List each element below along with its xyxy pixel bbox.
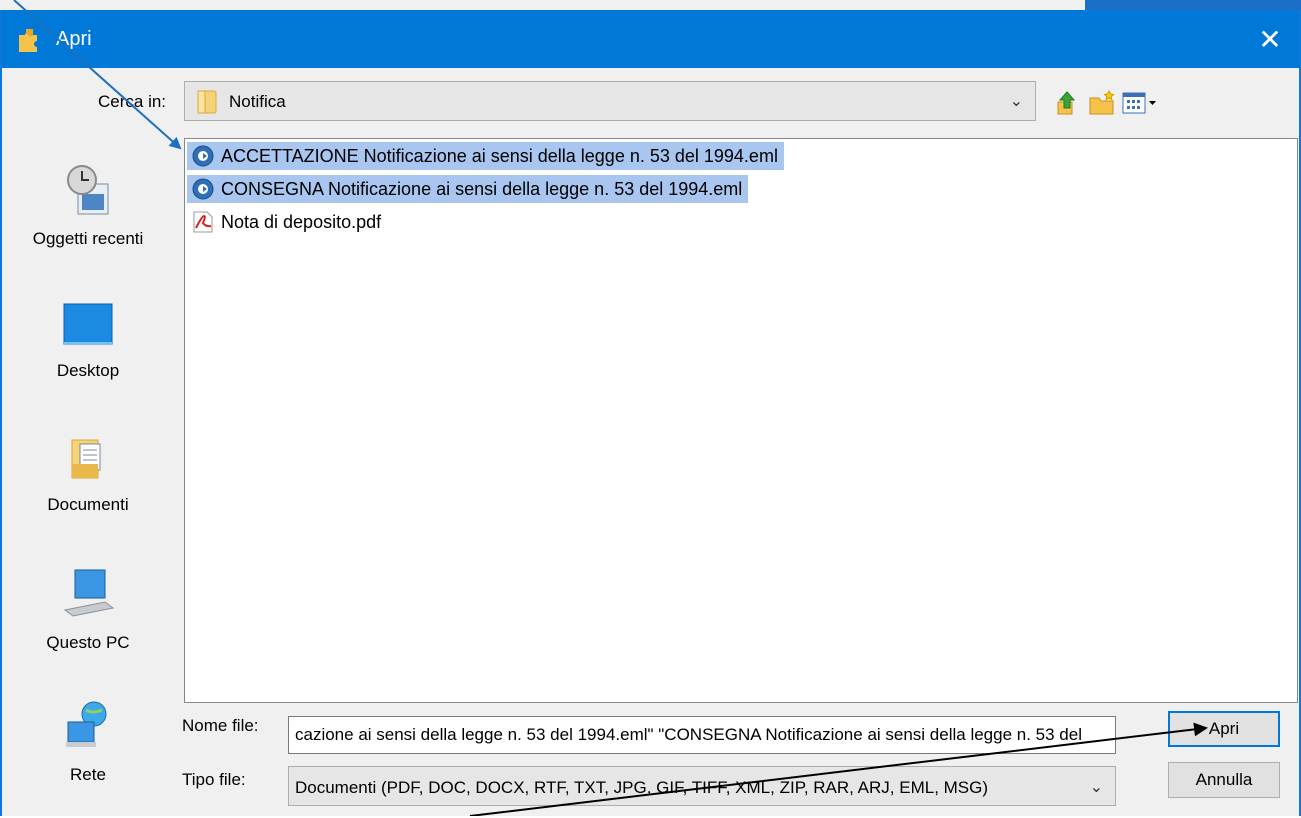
background-window-strip (0, 0, 1301, 10)
network-icon (66, 701, 107, 747)
place-label: Rete (70, 765, 106, 784)
place-label: Desktop (56, 361, 120, 380)
puzzle-app-icon (19, 29, 37, 52)
documents-icon (71, 439, 101, 479)
places-bar: Oggetti recenti Desktop Documenti Questo… (2, 138, 174, 818)
eml-icon (192, 145, 214, 167)
file-name-input[interactable] (288, 716, 1116, 754)
background-window-fragment (1085, 0, 1301, 10)
place-recent-items[interactable]: Oggetti recenti (2, 164, 174, 249)
folder-icon (197, 90, 217, 114)
close-button[interactable]: ✕ (1241, 10, 1299, 68)
window-title: Apri (56, 28, 92, 50)
file-name: Nota di deposito.pdf (221, 211, 382, 232)
file-row-consegna[interactable]: CONSEGNA Notificazione ai sensi della le… (187, 175, 749, 203)
view-menu-icon[interactable] (1122, 90, 1160, 116)
look-in-value: Notifica (229, 92, 286, 111)
up-folder-icon[interactable] (1054, 90, 1080, 116)
desktop-icon (63, 303, 113, 345)
file-type-label: Tipo file: (182, 770, 246, 789)
pdf-icon (193, 211, 213, 233)
file-name-label: Nome file: (182, 716, 259, 735)
file-type-value: Documenti (PDF, DOC, DOCX, RTF, TXT, JPG… (295, 778, 989, 797)
file-list[interactable]: ACCETTAZIONE Notificazione ai sensi dell… (184, 138, 1298, 703)
look-in-dropdown[interactable]: Notifica ⌄ (184, 81, 1036, 121)
chevron-down-icon[interactable]: ⌄ (1010, 91, 1023, 111)
place-this-pc[interactable]: Questo PC (2, 566, 174, 653)
open-file-dialog: Apri ✕ Cerca in: Notifica ⌄ Oggetti rece… (0, 10, 1301, 816)
place-label: Questo PC (46, 633, 130, 652)
place-label: Documenti (47, 495, 129, 514)
open-button[interactable]: Apri (1168, 711, 1280, 747)
eml-icon (192, 178, 214, 200)
new-folder-icon[interactable] (1088, 90, 1116, 116)
place-desktop[interactable]: Desktop (2, 300, 174, 381)
file-name: CONSEGNA Notificazione ai sensi della le… (221, 178, 743, 199)
file-type-dropdown[interactable]: Documenti (PDF, DOC, DOCX, RTF, TXT, JPG… (288, 766, 1116, 806)
place-documents[interactable]: Documenti (2, 434, 174, 515)
place-label: Oggetti recenti (32, 229, 144, 248)
computer-icon (63, 569, 115, 617)
recent-items-icon (67, 165, 109, 215)
place-network[interactable]: Rete (2, 698, 174, 785)
chevron-down-icon[interactable]: ⌄ (1090, 777, 1103, 797)
file-name: ACCETTAZIONE Notificazione ai sensi dell… (221, 145, 778, 166)
file-row-accettazione[interactable]: ACCETTAZIONE Notificazione ai sensi dell… (187, 142, 784, 170)
look-in-label: Cerca in: (98, 92, 167, 111)
file-row-nota-deposito[interactable]: Nota di deposito.pdf (187, 208, 387, 236)
cancel-button[interactable]: Annulla (1168, 762, 1280, 798)
title-bar: Apri ✕ (2, 10, 1299, 68)
